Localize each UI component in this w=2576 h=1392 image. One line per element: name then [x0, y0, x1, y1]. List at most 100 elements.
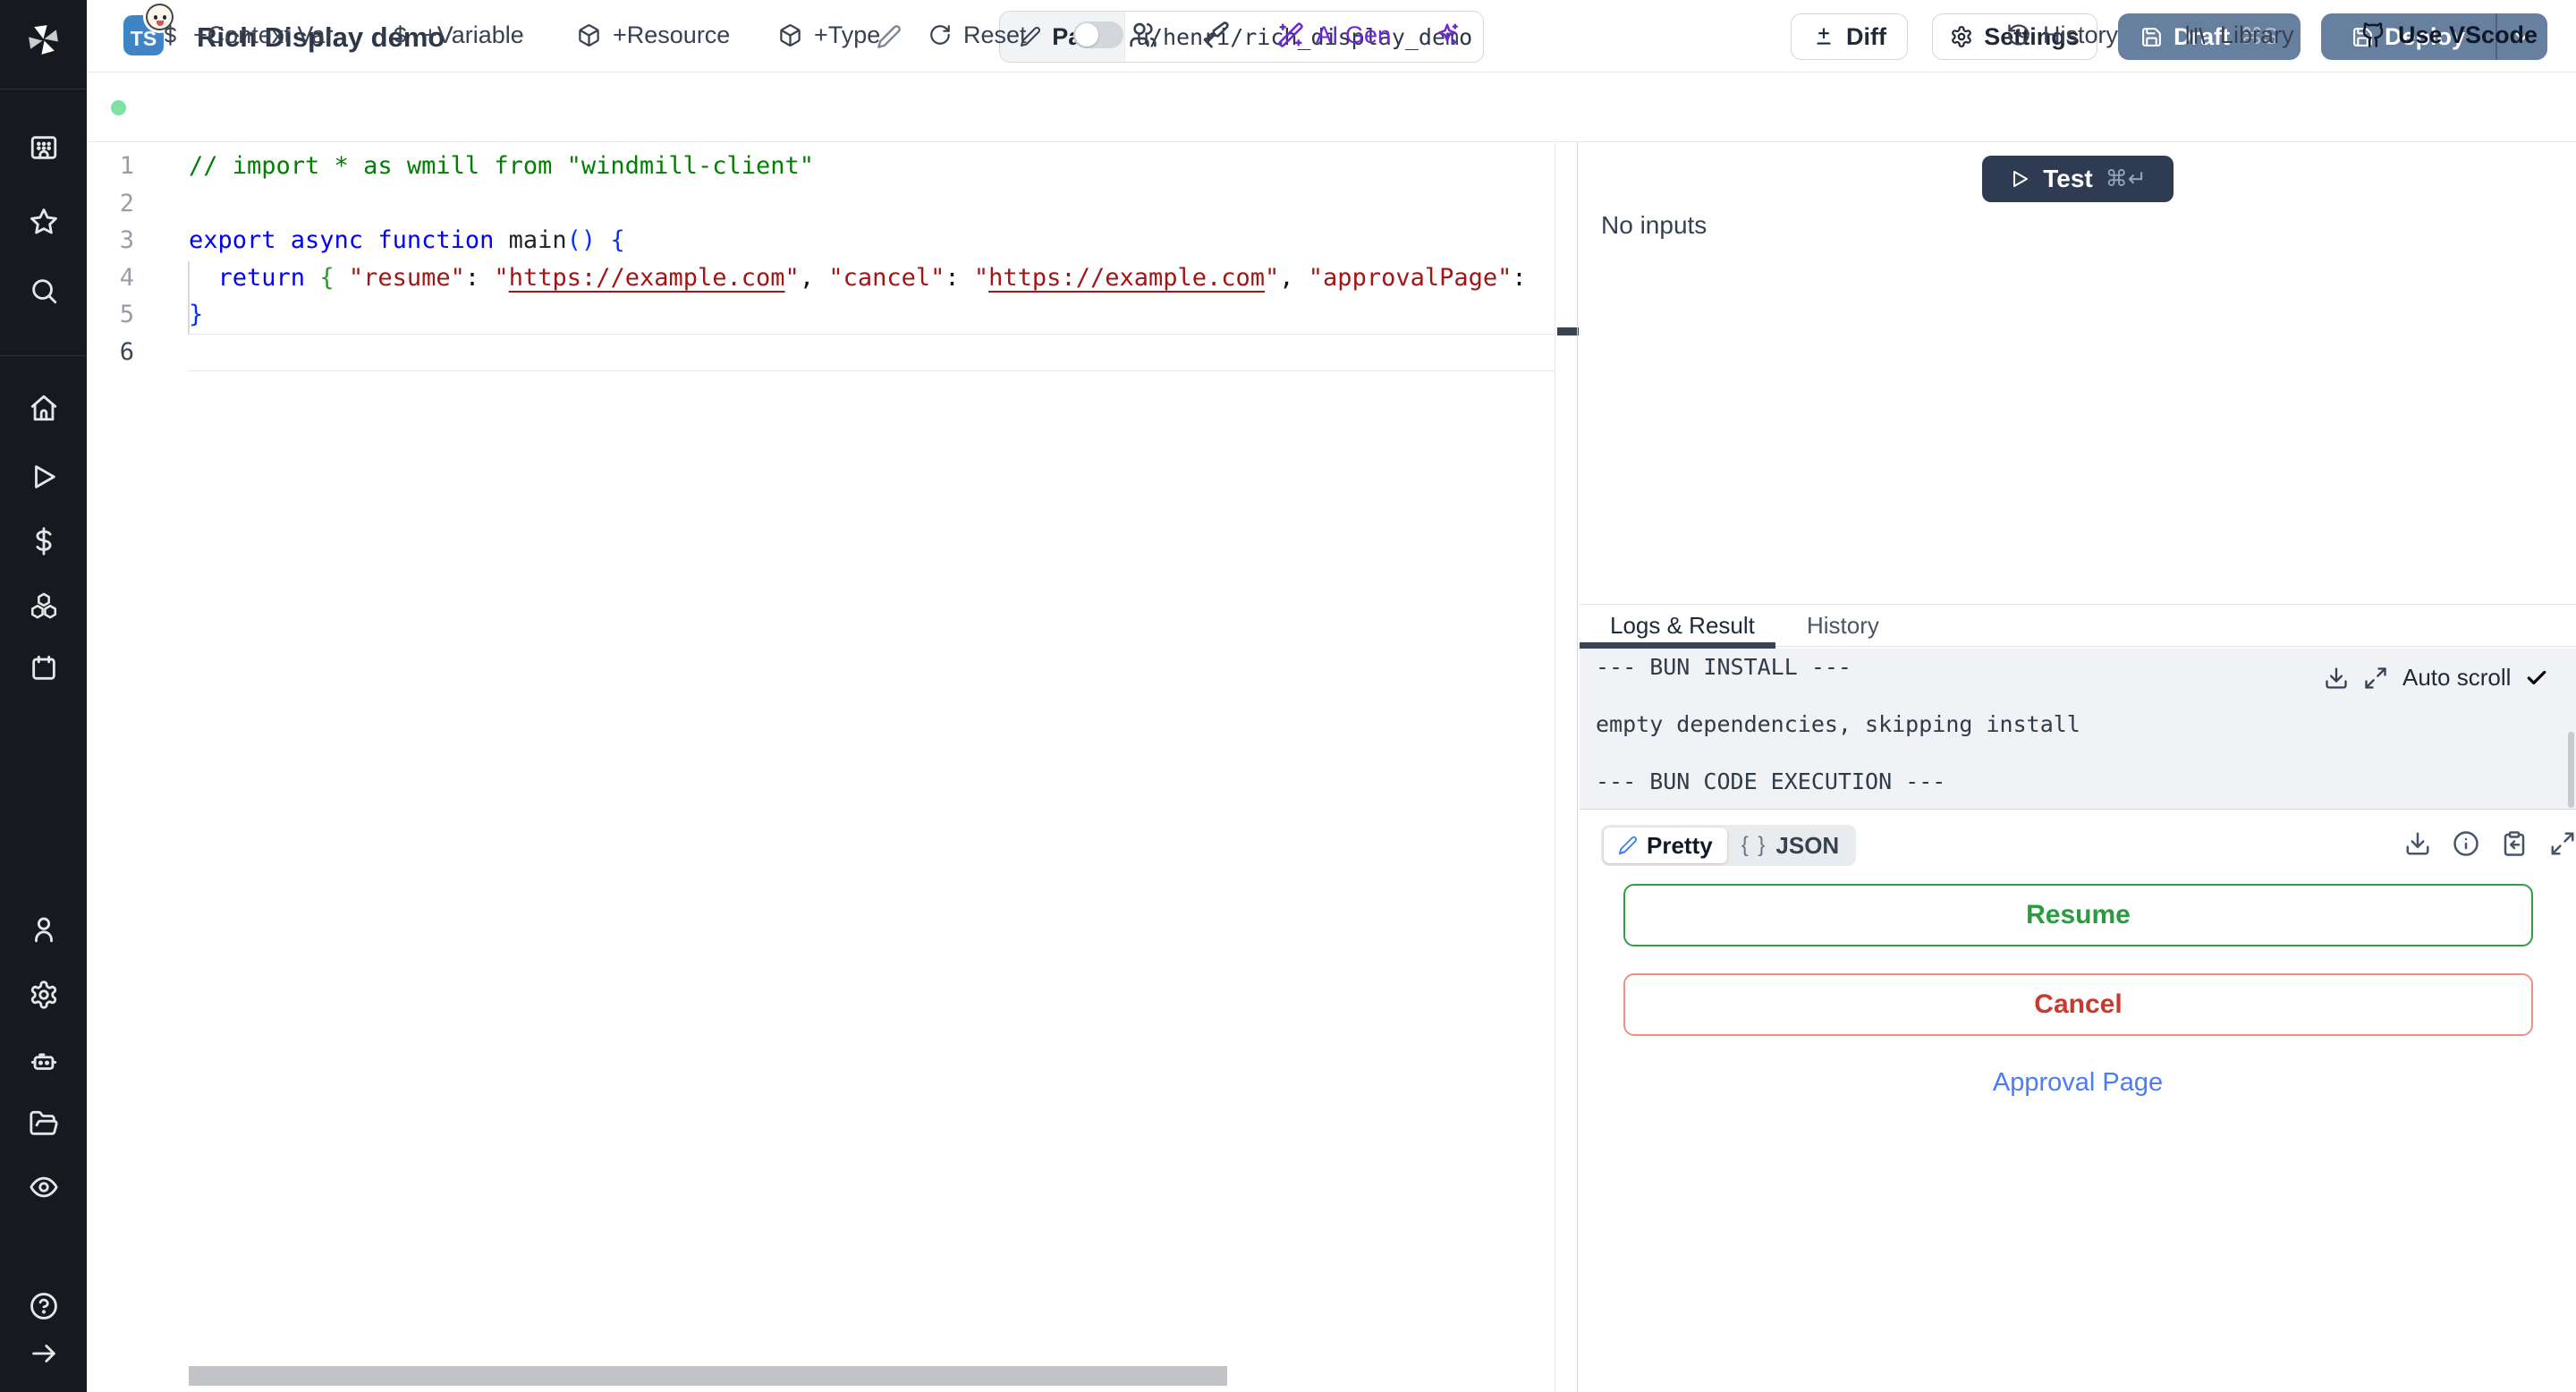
- reset-icon: [928, 23, 952, 47]
- test-shortcut: ⌘↵: [2105, 166, 2147, 191]
- tabs-bottom-border: [1775, 646, 2576, 647]
- dollar-icon: [159, 24, 182, 47]
- paintbrush-icon: [1201, 21, 1230, 49]
- ai-sparkles-button[interactable]: [1434, 0, 1461, 70]
- result-view-toggle: Pretty { } JSON: [1601, 825, 1857, 866]
- sidebar-item-resources[interactable]: [0, 590, 87, 621]
- download-result-icon[interactable]: [2404, 830, 2431, 857]
- tab-history[interactable]: History: [1807, 612, 1879, 640]
- copy-clipboard-icon[interactable]: [2501, 830, 2528, 857]
- sidebar-item-schedules[interactable]: [0, 653, 87, 683]
- braces-icon: { }: [1741, 833, 1767, 857]
- add-resource-button[interactable]: +Resource: [577, 0, 730, 70]
- windmill-app: TS Rich Display demo Path u/henri/rich_d…: [0, 0, 2576, 1392]
- log-line: empty dependencies, skipping install: [1596, 711, 2080, 737]
- sidebar-item-user[interactable]: [0, 914, 87, 945]
- play-icon: [2009, 168, 2030, 190]
- sidebar-item-audit[interactable]: [0, 1172, 87, 1202]
- reset-button[interactable]: Reset: [928, 0, 1027, 70]
- sidebar-item-favorites[interactable]: [0, 207, 87, 237]
- gear-icon: [1950, 25, 1973, 48]
- info-icon[interactable]: [2453, 830, 2479, 857]
- result-divider: [1580, 809, 2576, 810]
- tab-logs-result[interactable]: Logs & Result: [1610, 612, 1755, 640]
- check-icon[interactable]: [2525, 666, 2548, 690]
- user-icon: [29, 914, 59, 945]
- sparkles-icon: [1434, 21, 1461, 48]
- pretty-tab[interactable]: Pretty: [1604, 828, 1727, 863]
- search-icon: [29, 276, 59, 306]
- sidebar-item-help[interactable]: [0, 1291, 87, 1321]
- download-logs-icon[interactable]: [2324, 666, 2349, 691]
- code-line[interactable]: 6: [87, 333, 1555, 371]
- diff-mode-toggle[interactable]: [1073, 0, 1123, 70]
- code-line[interactable]: 2: [87, 185, 1555, 223]
- diff-icon: [1812, 25, 1835, 48]
- boxes-icon: [29, 590, 59, 621]
- history-button[interactable]: History: [2006, 0, 2118, 70]
- dollar-icon: [29, 526, 59, 556]
- sidebar-item-variables[interactable]: [0, 526, 87, 556]
- sidebar-item-workers[interactable]: [0, 1046, 87, 1076]
- arrow-right-icon: [29, 1338, 59, 1369]
- sidebar-item-folders[interactable]: [0, 1108, 87, 1139]
- package-icon: [577, 23, 601, 47]
- eye-icon: [29, 1172, 59, 1202]
- panel-divider[interactable]: [1577, 142, 1578, 1392]
- package-icon: [778, 23, 802, 47]
- code-line[interactable]: 4 return { "resume": "https://example.co…: [87, 259, 1555, 297]
- result-actions: [2404, 830, 2576, 857]
- dollar-icon: [389, 24, 411, 47]
- log-line: --- BUN CODE EXECUTION ---: [1596, 768, 1946, 794]
- robot-icon: [29, 1046, 59, 1076]
- no-inputs-label: No inputs: [1601, 211, 1707, 239]
- path-chip[interactable]: Path u/henri/rich_display_demo: [999, 11, 1484, 63]
- multiplayer-button[interactable]: [1129, 0, 1157, 70]
- resume-button[interactable]: Resume: [1623, 884, 2533, 946]
- editor-horizontal-scrollbar[interactable]: [189, 1366, 1227, 1386]
- log-controls: Auto scroll: [2324, 664, 2548, 692]
- tabs-top-border: [1580, 604, 2576, 605]
- json-tab[interactable]: { } JSON: [1727, 828, 1854, 863]
- calendar-icon: [29, 653, 59, 683]
- active-tab-underline: [1580, 642, 1775, 649]
- sidebar-item-home[interactable]: [0, 393, 87, 423]
- add-variable-button[interactable]: +Variable: [389, 0, 524, 70]
- diff-button[interactable]: Diff: [1791, 13, 1908, 60]
- code-editor[interactable]: 1// import * as wmill from "windmill-cli…: [87, 148, 1555, 371]
- code-line[interactable]: 3 export async function main() {: [87, 222, 1555, 259]
- sidebar-item-settings[interactable]: [0, 980, 87, 1010]
- library-button[interactable]: Library: [2183, 0, 2294, 70]
- save-icon: [2140, 26, 2163, 48]
- toggle-switch[interactable]: [1073, 21, 1123, 48]
- approval-page-link[interactable]: Approval Page: [1580, 1068, 2576, 1098]
- editor-toolbar: [87, 72, 2576, 142]
- sidebar-item-runs[interactable]: [0, 462, 87, 492]
- pen-icon: [1618, 836, 1638, 855]
- help-icon: [29, 1291, 59, 1321]
- windmill-logo[interactable]: [25, 21, 62, 58]
- auto-scroll-label: Auto scroll: [2402, 664, 2512, 691]
- add-type-button[interactable]: +Type: [778, 0, 880, 70]
- expand-logs-icon[interactable]: [2363, 666, 2388, 691]
- code-line[interactable]: 1// import * as wmill from "windmill-cli…: [87, 148, 1555, 185]
- vscode-cat-icon: [2360, 21, 2386, 48]
- use-vscode-button[interactable]: Use VScode: [2360, 0, 2538, 70]
- sidebar-item-workspace[interactable]: [0, 132, 87, 163]
- test-button[interactable]: Test ⌘↵: [1982, 156, 2174, 202]
- cancel-button[interactable]: Cancel: [1623, 973, 2533, 1036]
- play-icon: [29, 462, 59, 492]
- expand-result-icon[interactable]: [2549, 830, 2576, 857]
- sidebar-item-search[interactable]: [0, 276, 87, 306]
- code-line[interactable]: 5}: [87, 296, 1555, 334]
- sidebar-divider: [0, 355, 87, 356]
- log-scrollbar-thumb[interactable]: [2568, 732, 2574, 808]
- add-context-var-button[interactable]: +Context Var: [159, 0, 333, 70]
- log-output: --- BUN INSTALL --- empty dependencies, …: [1580, 649, 2576, 809]
- sidebar-item-collapse[interactable]: [0, 1338, 87, 1369]
- ai-gen-button[interactable]: AI Gen: [1277, 0, 1391, 70]
- status-dot: [111, 100, 126, 115]
- indent-guide: [188, 261, 190, 335]
- home-icon: [29, 393, 59, 423]
- format-button[interactable]: [1201, 0, 1230, 70]
